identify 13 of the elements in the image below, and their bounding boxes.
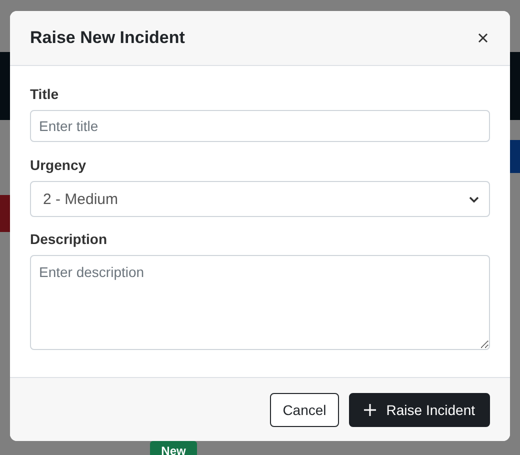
- chevron-icon: [469, 196, 479, 202]
- plus-icon: [364, 404, 376, 416]
- dialog-title: Raise New Incident: [30, 28, 185, 48]
- urgency-select[interactable]: 2 - Medium: [30, 181, 490, 217]
- raise-incident-button[interactable]: Raise Incident: [349, 392, 490, 426]
- description-input[interactable]: Enter description: [30, 255, 490, 350]
- field-label: Description: [30, 231, 108, 247]
- field-label: Title: [30, 86, 60, 102]
- title-input[interactable]: Enter title: [30, 110, 490, 142]
- field-label: Urgency: [30, 157, 88, 173]
- cancel-button[interactable]: Cancel: [270, 392, 340, 426]
- status-badge: New: [150, 441, 197, 455]
- close-icon[interactable]: [478, 33, 488, 43]
